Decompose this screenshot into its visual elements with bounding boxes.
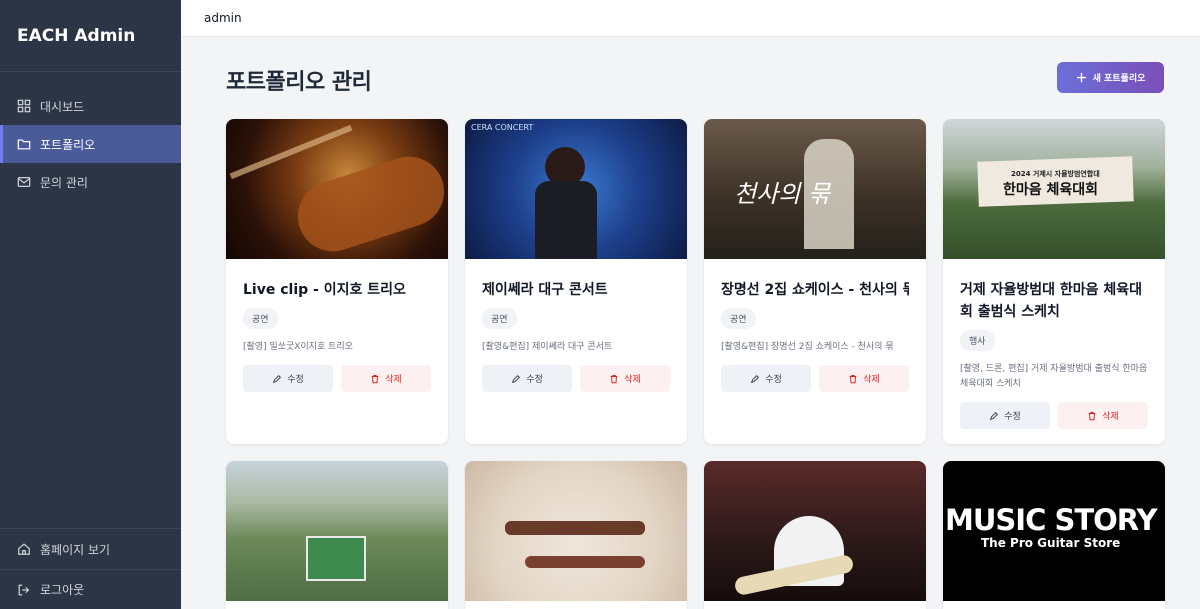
sidebar-item-label: 문의 관리 (40, 175, 88, 190)
edit-label: 수정 (1004, 412, 1021, 422)
dashboard-icon (17, 99, 31, 113)
sidebar-item-dashboard[interactable]: 대시보드 (0, 87, 181, 125)
user-name: admin (204, 11, 242, 25)
logout-icon (18, 584, 30, 595)
delete-label: 삭제 (863, 375, 880, 385)
thumbnail-caption: The Pro Guitar Store (981, 536, 1121, 550)
brand-title: EACH Admin (0, 0, 181, 72)
card-title: Live clip - 이지호 트리오 (243, 282, 406, 298)
sidebar-item-logout[interactable]: 로그아웃 (0, 569, 181, 609)
pencil-icon (512, 374, 521, 383)
pencil-icon (990, 411, 999, 420)
sidebar-item-label: 포트폴리오 (40, 137, 96, 152)
portfolio-thumbnail[interactable] (465, 461, 687, 601)
portfolio-thumbnail[interactable]: 천사의 묶 (704, 119, 926, 259)
thumbnail-caption: CERA CONCERT (471, 123, 534, 132)
trash-icon (371, 374, 379, 383)
sidebar-item-view-homepage[interactable]: 홈페이지 보기 (0, 529, 181, 569)
sidebar-item-portfolio[interactable]: 포트폴리오 (0, 125, 181, 163)
main-content: 포트폴리오 관리 새 포트폴리오 Live clip - 이지호 트리오 공연 … (181, 37, 1200, 609)
portfolio-card (226, 461, 448, 609)
category-tag: 공연 (482, 308, 517, 329)
card-description: [촬영&편집] 제이쎄라 대구 콘서트 (482, 342, 613, 352)
delete-button[interactable]: 삭제 (1058, 402, 1148, 429)
sidebar-item-label: 홈페이지 보기 (40, 542, 111, 557)
portfolio-card: 천사의 묶 장명선 2집 쇼케이스 - 천사의 묶 공연 [촬영&편집] 장명선… (704, 119, 926, 444)
portfolio-card: Live clip - 이지호 트리오 공연 [촬영] 밀쏘굿X이지호 트리오 … (226, 119, 448, 444)
delete-label: 삭제 (624, 375, 641, 385)
delete-label: 삭제 (385, 375, 402, 385)
card-description: [촬영, 드론, 편집] 거제 자율방범대 출범식 한마음 체육대회 스케치 (960, 364, 1148, 389)
sidebar-item-inquiries[interactable]: 문의 관리 (0, 163, 181, 201)
thumbnail-caption: 한마음 체육대회 (1003, 182, 1099, 198)
trash-icon (849, 374, 857, 383)
thumbnail-caption: MUSIC STORY (945, 503, 1158, 537)
category-tag: 행사 (960, 330, 995, 351)
category-tag: 공연 (721, 308, 756, 329)
portfolio-thumbnail[interactable]: MUSIC STORY The Pro Guitar Store (943, 461, 1165, 601)
portfolio-card: 2024 거제시 자율방범연합대 한마음 체육대회 거제 자율방범대 한마음 체… (943, 119, 1165, 444)
sidebar-item-label: 로그아웃 (40, 583, 85, 597)
card-title: 장명선 2집 쇼케이스 - 천사의 묶 (721, 282, 909, 298)
delete-label: 삭제 (1102, 412, 1119, 422)
thumbnail-caption: 천사의 묶 (734, 180, 830, 208)
new-portfolio-button[interactable]: 새 포트폴리오 (1057, 62, 1164, 93)
card-description: [촬영&편집] 장명선 2집 쇼케이스 - 천사의 묶 (721, 342, 894, 352)
portfolio-card (465, 461, 687, 609)
portfolio-thumbnail[interactable] (704, 461, 926, 601)
trash-icon (1088, 411, 1096, 420)
pencil-icon (751, 374, 760, 383)
portfolio-thumbnail[interactable]: CERA CONCERT (465, 119, 687, 259)
edit-button[interactable]: 수정 (243, 365, 333, 392)
folder-icon (17, 139, 31, 150)
portfolio-thumbnail[interactable] (226, 461, 448, 601)
sidebar-bottom: 홈페이지 보기 로그아웃 (0, 528, 181, 609)
portfolio-card (704, 461, 926, 609)
topbar: admin (181, 0, 1200, 37)
portfolio-thumbnail[interactable]: 2024 거제시 자율방범연합대 한마음 체육대회 (943, 119, 1165, 259)
delete-button[interactable]: 삭제 (819, 365, 909, 392)
category-tag: 공연 (243, 308, 278, 329)
edit-button[interactable]: 수정 (960, 402, 1050, 429)
portfolio-card: CERA CONCERT 제이쎄라 대구 콘서트 공연 [촬영&편집] 제이쎄라… (465, 119, 687, 444)
card-title: 거제 자율방범대 한마음 체육대회 출범식 스케치 (960, 282, 1143, 320)
plus-icon (1076, 72, 1086, 83)
new-portfolio-label: 새 포트폴리오 (1092, 74, 1146, 84)
sidebar: EACH Admin 대시보드 포트폴리오 문의 관리 홈페이지 보기 로그아웃 (0, 0, 181, 609)
edit-label: 수정 (765, 375, 782, 385)
delete-button[interactable]: 삭제 (341, 365, 431, 392)
home-icon (18, 543, 30, 555)
edit-button[interactable]: 수정 (721, 365, 811, 392)
thumbnail-caption: 2024 거제시 자율방범연합대 (1011, 170, 1100, 178)
trash-icon (610, 374, 618, 383)
card-description: [촬영] 밀쏘굿X이지호 트리오 (243, 342, 353, 352)
page-title: 포트폴리오 관리 (226, 70, 372, 95)
card-title: 제이쎄라 대구 콘서트 (482, 282, 608, 298)
edit-label: 수정 (526, 375, 543, 385)
portfolio-card: MUSIC STORY The Pro Guitar Store (943, 461, 1165, 609)
sidebar-item-label: 대시보드 (40, 99, 85, 114)
mail-icon (17, 177, 31, 187)
delete-button[interactable]: 삭제 (580, 365, 670, 392)
edit-label: 수정 (287, 375, 304, 385)
portfolio-thumbnail[interactable] (226, 119, 448, 259)
sidebar-nav: 대시보드 포트폴리오 문의 관리 (0, 87, 181, 201)
pencil-icon (273, 374, 282, 383)
edit-button[interactable]: 수정 (482, 365, 572, 392)
